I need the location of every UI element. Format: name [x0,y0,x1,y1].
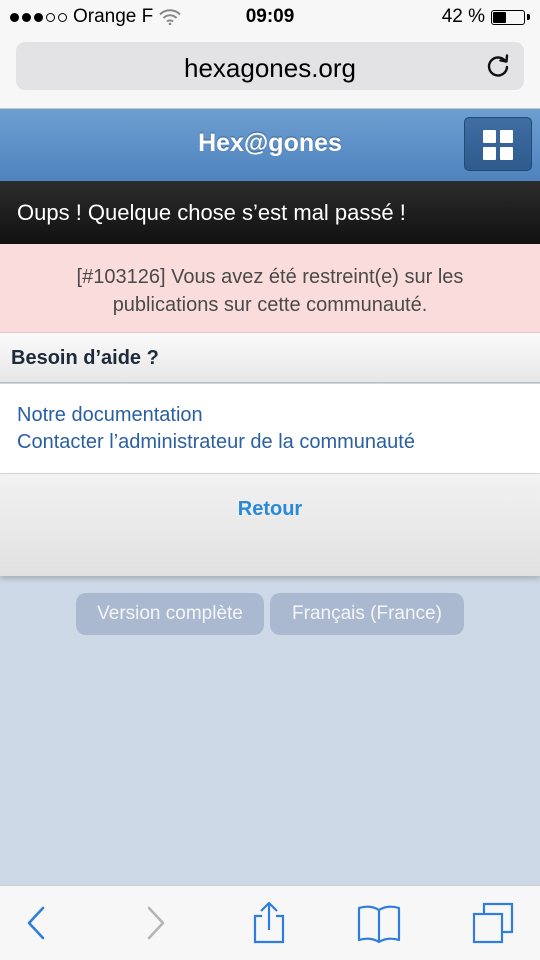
error-title: Oups ! Quelque chose s’est mal passé ! [17,200,406,225]
error-message: [#103126] Vous avez été restreint(e) sur… [76,266,464,316]
error-message-box: [#103126] Vous avez été restreint(e) sur… [0,244,540,333]
back-button[interactable]: Retour [0,498,540,521]
help-title: Besoin d’aide ? [11,347,159,369]
battery-tip [527,14,530,20]
site-title: Hex@gones [198,129,342,157]
documentation-link[interactable]: Notre documentation [17,404,203,427]
browser-address-area: hexagones.org [0,36,540,109]
back-icon[interactable] [14,900,60,946]
help-links: Notre documentation Contacter l’administ… [0,384,540,474]
battery-percent: 42 % [441,6,485,27]
share-icon[interactable] [246,900,292,946]
status-bar: Orange F 09:09 42 % [0,0,540,36]
browser-toolbar [0,885,540,960]
forward-icon[interactable] [132,900,178,946]
language-button[interactable]: Français (France) [270,593,464,635]
bookmarks-icon[interactable] [356,900,402,946]
battery-area: 42 % [442,6,530,28]
battery-icon [491,9,525,25]
back-area: Retour [0,474,540,576]
url-text[interactable]: hexagones.org [16,53,524,84]
error-header: Oups ! Quelque chose s’est mal passé ! [0,181,540,244]
reload-icon[interactable] [484,52,512,80]
help-heading: Besoin d’aide ? [0,333,540,383]
menu-button[interactable] [464,117,532,171]
full-version-button[interactable]: Version complète [76,593,264,635]
tabs-icon[interactable] [470,900,516,946]
grid-icon [483,130,513,160]
site-header: Hex@gones [0,109,540,181]
contact-admin-link[interactable]: Contacter l’administrateur de la communa… [17,431,415,454]
address-bar[interactable]: hexagones.org [16,42,524,90]
